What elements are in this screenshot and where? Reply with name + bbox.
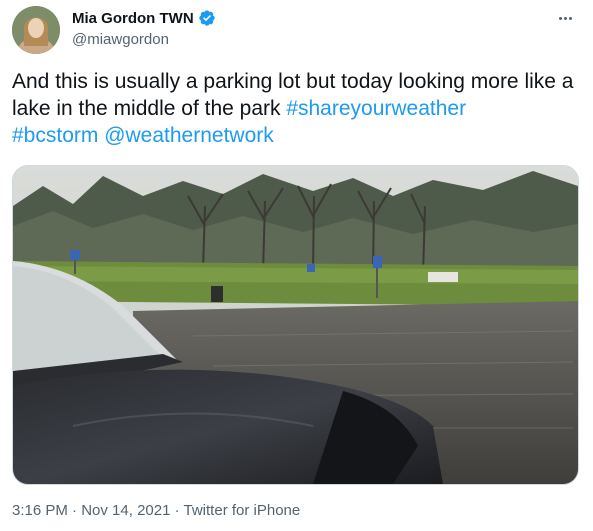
author-name-row: Mia Gordon TWN xyxy=(72,9,216,27)
tweet-date[interactable]: Nov 14, 2021 xyxy=(81,502,170,519)
tweet-text: And this is usually a parking lot but to… xyxy=(12,68,582,149)
tweet-media-video[interactable] xyxy=(12,165,579,485)
author-display-name[interactable]: Mia Gordon TWN xyxy=(72,10,194,27)
mention-weathernetwork[interactable]: @weathernetwork xyxy=(104,124,274,147)
meta-separator: · xyxy=(170,502,184,519)
meta-separator: · xyxy=(67,502,82,519)
tweet-card: Mia Gordon TWN @miawgordon And this is u… xyxy=(0,0,593,531)
author-handle[interactable]: @miawgordon xyxy=(72,31,169,48)
hashtag-shareyourweather[interactable]: #shareyourweather xyxy=(286,97,466,120)
tweet-meta: 3:16 PM · Nov 14, 2021 · Twitter for iPh… xyxy=(12,502,300,519)
tweet-source[interactable]: Twitter for iPhone xyxy=(184,502,301,519)
tweet-time[interactable]: 3:16 PM xyxy=(12,502,68,519)
verified-badge-icon xyxy=(198,9,216,27)
hashtag-bcstorm[interactable]: #bcstorm xyxy=(12,124,98,147)
author-avatar[interactable] xyxy=(12,6,60,54)
flooded-parking-lot-photo xyxy=(13,166,578,484)
avatar-image xyxy=(12,6,60,54)
more-options-icon[interactable] xyxy=(555,8,575,28)
